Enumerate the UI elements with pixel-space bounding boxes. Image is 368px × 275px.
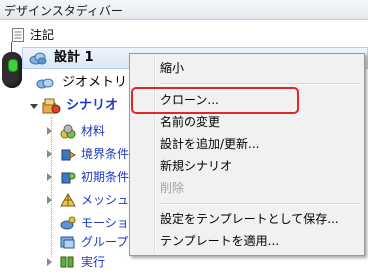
tree-item-geometry-label: ジオメトリ [62,75,128,90]
menu-item-collapse[interactable]: 縮小 [133,57,361,79]
initial-conditions-icon [60,170,76,191]
mesh-icon [60,193,76,214]
window-title: デザインスタディバー [4,4,123,18]
design-icon [29,50,47,72]
tree-item-group-label: グループ [81,235,129,249]
tree-item-initial-conditions-label: 初期条件 [81,170,130,184]
note-icon [12,28,24,48]
tree-item-run-label: 実行 [81,255,106,269]
tree-item-design-label: 設計 1 [54,50,94,65]
menu-item-delete[interactable]: 削除 [133,177,361,199]
context-menu: 縮小 クローン... 名前の変更 設計を追加/更新... 新規シナリオ 削除 設… [129,53,365,256]
tree-item-boundary-conditions-label: 境界条件 [81,147,130,161]
tree-item-notes-label: 注記 [30,28,55,42]
menu-item-add-update-design[interactable]: 設計を追加/更新... [133,133,361,155]
menu-item-apply-template[interactable]: テンプレートを適用... [133,230,361,252]
tree-item-mesh-label: メッシュ [81,193,130,207]
study-bar-titlebar: デザインスタディバー [0,0,368,20]
menu-item-rename[interactable]: 名前の変更 [133,111,361,133]
menu-separator [160,83,360,85]
menu-item-save-as-template[interactable]: 設定をテンプレートとして保存... [133,208,361,230]
run-icon [60,255,76,275]
menu-separator [160,203,360,205]
scenario-icon [42,98,62,121]
menu-item-new-scenario[interactable]: 新規シナリオ [133,155,361,177]
boundary-conditions-icon [60,147,76,168]
tree-item-notes[interactable]: 注記 [0,25,368,45]
tree-item-scenario-label: シナリオ [66,98,119,113]
tree-item-materials-label: 材料 [81,124,106,138]
mouse-wheel [8,59,18,72]
mouse-icon [2,52,22,88]
geometry-icon [36,76,54,96]
clone-highlight-annotation [131,87,299,114]
materials-icon [60,124,76,145]
